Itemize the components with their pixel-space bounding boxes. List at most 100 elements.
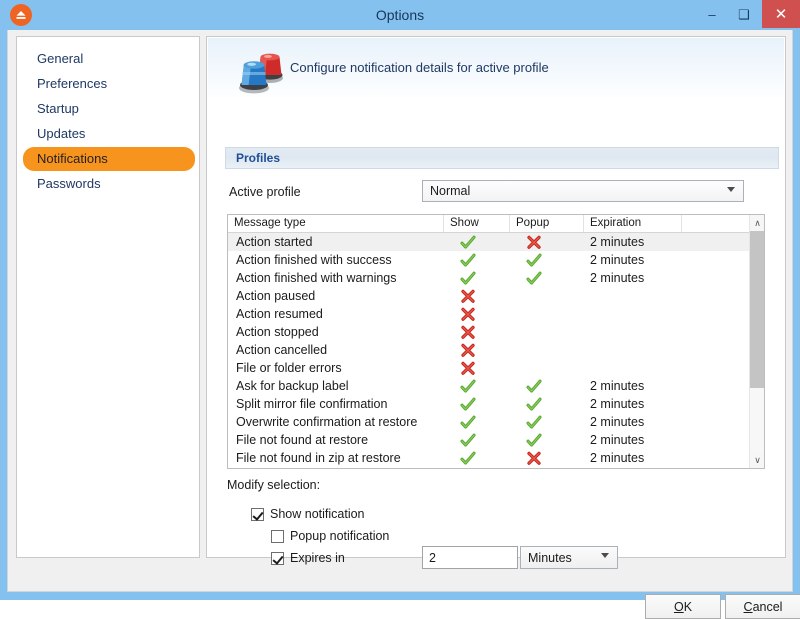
row-message-type: Split mirror file confirmation — [236, 395, 387, 413]
row-popup-cell[interactable] — [510, 413, 584, 431]
cancel-button-accel: C — [744, 600, 753, 614]
row-show-cell[interactable] — [444, 431, 510, 449]
row-popup-cell[interactable] — [510, 251, 584, 269]
scrollbar-thumb[interactable] — [750, 231, 765, 388]
table-row[interactable]: Action resumed — [228, 305, 749, 323]
notifications-table: Message type Show Popup Expiration Actio… — [227, 214, 765, 469]
row-show-cell[interactable] — [444, 341, 510, 359]
row-popup-cell[interactable] — [510, 269, 584, 287]
row-popup-cell[interactable] — [510, 377, 584, 395]
expires-in-checkbox[interactable] — [271, 552, 284, 565]
sidebar-item-notifications[interactable]: Notifications — [23, 147, 195, 171]
row-show-cell[interactable] — [444, 359, 510, 377]
scrollbar-track[interactable] — [750, 388, 765, 452]
chevron-down-icon — [601, 553, 609, 558]
table-row[interactable]: Ask for backup label2 minutes — [228, 377, 749, 395]
expires-in-checkbox-row[interactable]: Expires in — [271, 549, 345, 567]
beacon-lights-icon — [234, 44, 290, 96]
client-area: General Preferences Startup Updates Noti… — [7, 30, 793, 592]
row-message-type: Action cancelled — [236, 341, 327, 359]
row-message-type: Action finished with success — [236, 251, 392, 269]
close-button[interactable]: ✕ — [762, 0, 800, 28]
row-message-type: Action paused — [236, 287, 315, 305]
chevron-down-icon: ∨ — [754, 456, 761, 465]
row-show-cell[interactable] — [444, 467, 510, 469]
show-notification-checkbox-row[interactable]: Show notification — [251, 505, 365, 523]
column-header-expiration[interactable]: Expiration — [584, 215, 682, 232]
column-header-show[interactable]: Show — [444, 215, 510, 232]
table-row[interactable] — [228, 467, 749, 469]
row-message-type: Ask for backup label — [236, 377, 349, 395]
check-icon — [460, 433, 476, 448]
row-popup-cell[interactable] — [510, 287, 584, 305]
cross-icon — [460, 343, 476, 358]
check-icon — [460, 271, 476, 286]
row-show-cell[interactable] — [444, 449, 510, 467]
ok-button-accel: O — [674, 600, 684, 614]
table-row[interactable]: File not found at restore2 minutes — [228, 431, 749, 449]
row-popup-cell[interactable] — [510, 449, 584, 467]
row-expiration-cell — [584, 287, 682, 305]
sidebar-item-general[interactable]: General — [23, 47, 195, 71]
popup-notification-checkbox-row[interactable]: Popup notification — [271, 527, 389, 545]
row-show-cell[interactable] — [444, 251, 510, 269]
table-row[interactable]: Split mirror file confirmation2 minutes — [228, 395, 749, 413]
table-row[interactable]: Overwrite confirmation at restore2 minut… — [228, 413, 749, 431]
row-popup-cell[interactable] — [510, 341, 584, 359]
active-profile-dropdown[interactable]: Normal — [422, 180, 744, 202]
table-row[interactable]: Action finished with success2 minutes — [228, 251, 749, 269]
row-show-cell[interactable] — [444, 395, 510, 413]
column-header-popup[interactable]: Popup — [510, 215, 584, 232]
ok-button[interactable]: OK — [645, 594, 721, 619]
table-row[interactable]: Action started2 minutes — [228, 233, 749, 251]
options-window: Options – ❑ ✕ General Preferences Startu… — [0, 0, 800, 600]
row-show-cell[interactable] — [444, 233, 510, 251]
expire-unit-dropdown[interactable]: Minutes — [520, 546, 618, 569]
table-vertical-scrollbar[interactable]: ∧ ∨ — [749, 215, 764, 468]
scroll-down-button[interactable]: ∨ — [750, 452, 765, 468]
row-show-cell[interactable] — [444, 323, 510, 341]
row-popup-cell[interactable] — [510, 305, 584, 323]
row-popup-cell[interactable] — [510, 431, 584, 449]
table-row[interactable]: File not found in zip at restore2 minute… — [228, 449, 749, 467]
row-popup-cell[interactable] — [510, 233, 584, 251]
column-header-blank[interactable] — [682, 215, 749, 232]
cancel-button[interactable]: Cancel — [725, 594, 800, 619]
table-row[interactable]: File or folder errors — [228, 359, 749, 377]
check-icon — [460, 415, 476, 430]
sidebar-item-updates[interactable]: Updates — [23, 122, 195, 146]
row-popup-cell[interactable] — [510, 467, 584, 469]
sidebar-item-passwords[interactable]: Passwords — [23, 172, 195, 196]
row-show-cell[interactable] — [444, 413, 510, 431]
show-notification-label: Show notification — [270, 507, 365, 521]
minimize-button[interactable]: – — [696, 0, 728, 28]
table-row[interactable]: Action finished with warnings2 minutes — [228, 269, 749, 287]
active-profile-label: Active profile — [229, 185, 301, 199]
row-popup-cell[interactable] — [510, 323, 584, 341]
row-popup-cell[interactable] — [510, 395, 584, 413]
show-notification-checkbox[interactable] — [251, 508, 264, 521]
expire-value-input[interactable]: 2 — [422, 546, 518, 569]
row-show-cell[interactable] — [444, 305, 510, 323]
check-icon — [460, 253, 476, 268]
cross-icon — [460, 307, 476, 322]
popup-notification-checkbox[interactable] — [271, 530, 284, 543]
check-icon — [526, 253, 542, 268]
row-expiration-cell — [584, 323, 682, 341]
sidebar-item-startup[interactable]: Startup — [23, 97, 195, 121]
table-row[interactable]: Action stopped — [228, 323, 749, 341]
table-row[interactable]: Action paused — [228, 287, 749, 305]
row-message-type: Action finished with warnings — [236, 269, 397, 287]
row-show-cell[interactable] — [444, 287, 510, 305]
sidebar-item-preferences[interactable]: Preferences — [23, 72, 195, 96]
expires-in-label: Expires in — [290, 551, 345, 565]
check-icon — [460, 397, 476, 412]
row-popup-cell[interactable] — [510, 359, 584, 377]
column-header-message-type[interactable]: Message type — [228, 215, 444, 232]
maximize-button[interactable]: ❑ — [728, 0, 760, 28]
row-expiration-cell — [584, 341, 682, 359]
row-show-cell[interactable] — [444, 377, 510, 395]
table-row[interactable]: Action cancelled — [228, 341, 749, 359]
row-show-cell[interactable] — [444, 269, 510, 287]
scroll-up-button[interactable]: ∧ — [750, 215, 765, 231]
